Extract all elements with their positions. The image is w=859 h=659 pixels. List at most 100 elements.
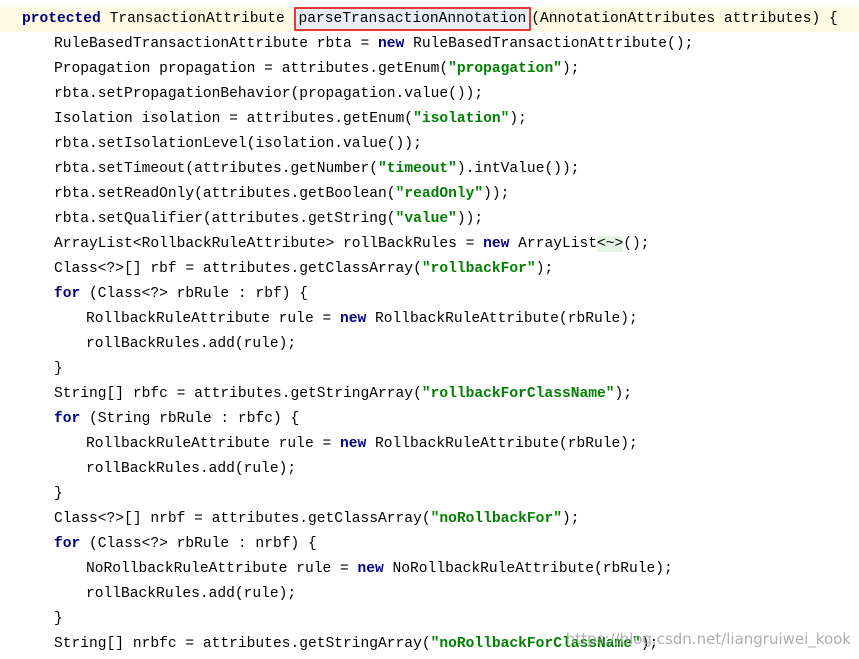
code-token: ); <box>509 111 527 127</box>
keyword-token: protected <box>22 11 101 27</box>
string-literal-token: "propagation" <box>448 61 562 77</box>
code-line[interactable]: Class<?>[] rbf = attributes.getClassArra… <box>0 257 859 282</box>
code-token: ); <box>561 61 580 77</box>
code-token: (); <box>623 236 650 252</box>
keyword-token: new <box>339 311 367 327</box>
code-token: (Class<?> rbRule : nrbf) { <box>80 536 317 552</box>
code-line-text: NoRollbackRuleAttribute rule = new NoRol… <box>86 557 673 582</box>
code-line[interactable]: rollBackRules.add(rule); <box>0 332 859 357</box>
keyword-token: new <box>357 561 384 577</box>
code-token: (Class<?> rbRule : rbf) { <box>80 286 308 302</box>
code-token: RuleBasedTransactionAttribute rbta = <box>54 36 379 52</box>
keyword-token: new <box>339 436 367 452</box>
string-literal-token: "readOnly" <box>395 186 484 202</box>
code-line[interactable]: for (Class<?> rbRule : rbf) { <box>0 282 859 307</box>
code-line-text: RollbackRuleAttribute rule = new Rollbac… <box>86 307 638 332</box>
code-line[interactable]: Class<?>[] nrbf = attributes.getClassArr… <box>0 507 859 532</box>
highlighted-method-name: parseTransactionAnnotation <box>293 7 532 31</box>
code-line[interactable]: NoRollbackRuleAttribute rule = new NoRol… <box>0 557 859 582</box>
code-line[interactable]: protected TransactionAttribute parseTran… <box>0 7 859 32</box>
string-literal-token: "rollbackFor" <box>421 261 536 277</box>
code-line[interactable]: for (Class<?> rbRule : nrbf) { <box>0 532 859 557</box>
code-line[interactable]: } <box>0 607 859 632</box>
code-line-text: } <box>54 607 63 632</box>
code-line[interactable]: Propagation propagation = attributes.get… <box>0 57 859 82</box>
code-line[interactable]: rollBackRules.add(rule); <box>0 457 859 482</box>
code-token: )); <box>456 211 484 227</box>
code-line-text: rbta.setTimeout(attributes.getNumber("ti… <box>54 157 579 182</box>
code-line-text: rbta.setIsolationLevel(isolation.value()… <box>54 132 422 157</box>
code-token: rbta.setReadOnly(attributes.getBoolean( <box>54 186 396 202</box>
code-line-text: Class<?>[] nrbf = attributes.getClassArr… <box>54 507 579 532</box>
code-token: RollbackRuleAttribute(rbRule); <box>366 311 638 327</box>
code-line[interactable]: rollBackRules.add(rule); <box>0 582 859 607</box>
code-token: rollBackRules.add(rule); <box>86 336 297 352</box>
code-line[interactable]: rbta.setQualifier(attributes.getString("… <box>0 207 859 232</box>
code-token: } <box>54 361 63 377</box>
diamond-operator-token: <~> <box>597 236 624 252</box>
code-line[interactable]: String[] rbfc = attributes.getStringArra… <box>0 382 859 407</box>
code-line[interactable]: Isolation isolation = attributes.getEnum… <box>0 107 859 132</box>
code-token: } <box>54 611 63 627</box>
code-token: String[] nrbfc = attributes.getStringArr… <box>54 636 431 652</box>
string-literal-token: "value" <box>395 211 457 227</box>
code-token: rbta.setTimeout(attributes.getNumber( <box>54 161 379 177</box>
code-token: RollbackRuleAttribute(rbRule); <box>366 436 638 452</box>
code-line[interactable]: rbta.setTimeout(attributes.getNumber("ti… <box>0 157 859 182</box>
code-line-text: rbta.setPropagationBehavior(propagation.… <box>54 82 483 107</box>
code-token: Class<?>[] nrbf = attributes.getClassArr… <box>54 511 431 527</box>
code-token: ArrayList<RollbackRuleAttribute> rollBac… <box>54 236 484 252</box>
code-line-text: rbta.setQualifier(attributes.getString("… <box>54 207 483 232</box>
code-line-text: } <box>54 357 63 382</box>
code-line-text: for (String rbRule : rbfc) { <box>54 407 299 432</box>
code-token: ArrayList <box>509 236 597 252</box>
keyword-token: for <box>54 411 81 427</box>
code-token: ); <box>535 261 554 277</box>
code-token: } <box>54 486 63 502</box>
code-line[interactable]: ArrayList<RollbackRuleAttribute> rollBac… <box>0 232 859 257</box>
code-token: rollBackRules.add(rule); <box>86 461 297 477</box>
code-token: )); <box>483 186 510 202</box>
code-line[interactable]: } <box>0 357 859 382</box>
code-editor[interactable]: protected TransactionAttribute parseTran… <box>0 0 859 659</box>
code-token: ); <box>614 386 633 402</box>
code-line-text: RuleBasedTransactionAttribute rbta = new… <box>54 32 693 57</box>
code-token: Isolation isolation = attributes.getEnum… <box>54 111 414 127</box>
code-line-text: RollbackRuleAttribute rule = new Rollbac… <box>86 432 638 457</box>
code-token: NoRollbackRuleAttribute rule = <box>86 561 358 577</box>
code-line[interactable]: rbta.setIsolationLevel(isolation.value()… <box>0 132 859 157</box>
code-token: RuleBasedTransactionAttribute(); <box>404 36 694 52</box>
code-line[interactable]: RollbackRuleAttribute rule = new Rollbac… <box>0 432 859 457</box>
code-token: ).intValue()); <box>456 161 580 177</box>
code-line-text: rollBackRules.add(rule); <box>86 332 296 357</box>
code-line-text: for (Class<?> rbRule : nrbf) { <box>54 532 317 557</box>
code-token: NoRollbackRuleAttribute(rbRule); <box>383 561 673 577</box>
string-literal-token: "timeout" <box>378 161 457 177</box>
code-line-text: Isolation isolation = attributes.getEnum… <box>54 107 527 132</box>
code-line-text: } <box>54 482 63 507</box>
code-line[interactable]: rbta.setPropagationBehavior(propagation.… <box>0 82 859 107</box>
string-literal-token: "isolation" <box>413 111 510 127</box>
code-line-text: ArrayList<RollbackRuleAttribute> rollBac… <box>54 232 650 257</box>
code-line-text: Class<?>[] rbf = attributes.getClassArra… <box>54 257 553 282</box>
code-token: Class<?>[] rbf = attributes.getClassArra… <box>54 261 422 277</box>
code-token: RollbackRuleAttribute rule = <box>86 311 340 327</box>
code-token: RollbackRuleAttribute rule = <box>86 436 340 452</box>
code-line-text: protected TransactionAttribute parseTran… <box>22 7 838 32</box>
code-line[interactable]: rbta.setReadOnly(attributes.getBoolean("… <box>0 182 859 207</box>
code-line[interactable]: } <box>0 482 859 507</box>
code-line[interactable]: RollbackRuleAttribute rule = new Rollbac… <box>0 307 859 332</box>
code-token: TransactionAttribute <box>100 11 294 27</box>
code-line-text: for (Class<?> rbRule : rbf) { <box>54 282 308 307</box>
keyword-token: new <box>483 236 510 252</box>
code-token: rbta.setPropagationBehavior(propagation.… <box>54 86 484 102</box>
code-token: rbta.setIsolationLevel(isolation.value()… <box>54 136 422 152</box>
code-token: String[] rbfc = attributes.getStringArra… <box>54 386 422 402</box>
code-line[interactable]: RuleBasedTransactionAttribute rbta = new… <box>0 32 859 57</box>
code-token: ); <box>561 511 580 527</box>
code-line-text: rollBackRules.add(rule); <box>86 582 296 607</box>
code-token: rollBackRules.add(rule); <box>86 586 297 602</box>
keyword-token: for <box>54 286 81 302</box>
code-line[interactable]: for (String rbRule : rbfc) { <box>0 407 859 432</box>
code-token: (String rbRule : rbfc) { <box>80 411 300 427</box>
